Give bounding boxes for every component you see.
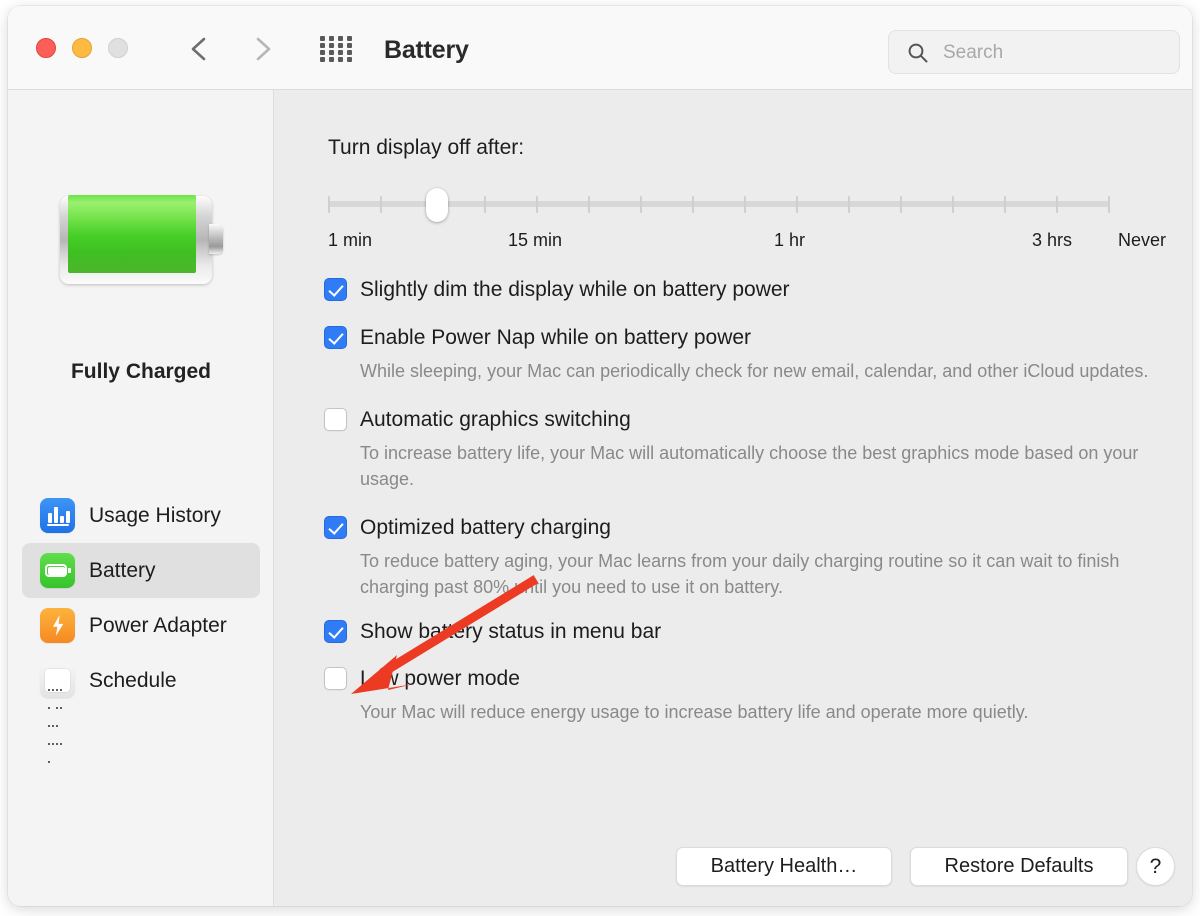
sidebar-item-power-adapter[interactable]: Power Adapter: [22, 598, 260, 653]
grid-dot: [329, 50, 334, 55]
option-label: Enable Power Nap while on battery power: [360, 326, 752, 349]
display-sleep-slider[interactable]: [328, 188, 1110, 222]
battery-health-button[interactable]: Battery Health…: [676, 847, 892, 886]
slider-tick: [484, 196, 486, 213]
zoom-window-button[interactable]: [108, 38, 128, 58]
grid-dot: [347, 57, 352, 62]
grid-dot: [320, 57, 325, 62]
options-list: Slightly dim the display while on batter…: [324, 276, 1174, 725]
grid-dot: [329, 43, 334, 48]
close-window-button[interactable]: [36, 38, 56, 58]
option-description: To increase battery life, your Mac will …: [360, 443, 1139, 489]
checkbox-slightly-dim-display[interactable]: [324, 278, 347, 301]
slider-tick: [536, 196, 538, 213]
option-description: While sleeping, your Mac can periodicall…: [360, 361, 1149, 381]
usage-history-icon: [40, 498, 75, 533]
slider-tick: [796, 196, 798, 213]
battery-icon: [40, 553, 75, 588]
search-field[interactable]: [888, 30, 1180, 75]
option-label: Slightly dim the display while on batter…: [360, 278, 790, 301]
show-all-grid-icon[interactable]: [320, 36, 362, 62]
grid-dot: [329, 57, 334, 62]
slider-tick: [744, 196, 746, 213]
window-titlebar: Battery: [8, 6, 1192, 90]
minimize-window-button[interactable]: [72, 38, 92, 58]
option-slightly-dim-display[interactable]: Slightly dim the display while on batter…: [324, 276, 1174, 304]
grid-dot: [320, 43, 325, 48]
sidebar-item-battery[interactable]: Battery: [22, 543, 260, 598]
help-button[interactable]: ?: [1136, 847, 1175, 886]
slider-tick: [1108, 196, 1110, 213]
checkbox-low-power-mode[interactable]: [324, 667, 347, 690]
sidebar-item-label: Schedule: [89, 668, 177, 692]
battery-status-text: Fully Charged: [70, 360, 212, 383]
checkbox-optimized-battery-charging[interactable]: [324, 516, 347, 539]
slider-tick: [848, 196, 850, 213]
search-input[interactable]: [941, 31, 1175, 75]
grid-dot: [320, 36, 325, 41]
sidebar-item-label: Power Adapter: [89, 613, 227, 637]
slider-tick: [1056, 196, 1058, 213]
power-adapter-icon: [40, 608, 75, 643]
grid-dot: [320, 50, 325, 55]
grid-dot: [338, 57, 343, 62]
grid-dot: [338, 43, 343, 48]
slider-scale-label: 1 hr: [774, 230, 806, 250]
checkbox-automatic-graphics-switching[interactable]: [324, 408, 347, 431]
slider-tick: [640, 196, 642, 213]
option-description: To reduce battery aging, your Mac learns…: [360, 551, 1120, 597]
slider-scale-label: 3 hrs: [1032, 230, 1073, 250]
checkbox-enable-power-nap[interactable]: [324, 326, 347, 349]
slider-tick: [1004, 196, 1006, 213]
option-automatic-graphics-switching[interactable]: Automatic graphics switching: [324, 406, 1174, 434]
slider-scale-labels: 1 min 15 min 1 hr 3 hrs Never: [328, 230, 1166, 254]
option-description: Your Mac will reduce energy usage to inc…: [360, 702, 1029, 722]
full-battery-illustration: [56, 190, 226, 290]
sidebar-item-label: Usage History: [89, 503, 221, 527]
option-show-battery-status-menu-bar[interactable]: Show battery status in menu bar: [324, 618, 1174, 646]
grid-dot: [347, 43, 352, 48]
page-title: Battery: [384, 36, 469, 64]
option-enable-power-nap[interactable]: Enable Power Nap while on battery power: [324, 324, 1174, 352]
sidebar-item-label: Battery: [89, 558, 156, 582]
slider-scale-label: 1 min: [328, 230, 373, 250]
grid-dot: [347, 36, 352, 41]
schedule-icon: [40, 663, 75, 764]
sidebar: Fully Charged Usage History Battery Powe…: [8, 90, 274, 906]
forward-icon[interactable]: [248, 34, 276, 64]
option-low-power-mode[interactable]: Low power mode: [324, 665, 1174, 693]
option-optimized-battery-charging[interactable]: Optimized battery charging: [324, 514, 1174, 542]
slider-tick: [692, 196, 694, 213]
back-icon[interactable]: [186, 34, 214, 64]
slider-scale-label: Never: [1118, 230, 1167, 250]
system-preferences-window: Battery Fully Charged: [8, 6, 1192, 906]
grid-dot: [338, 50, 343, 55]
slider-tick: [328, 196, 330, 213]
main-content: Turn display off after: 1 min 15 min 1 hr 3…: [274, 90, 1192, 906]
sidebar-list: Usage History Battery Power Adapter Sche…: [22, 488, 260, 764]
slider-tick: [588, 196, 590, 213]
option-label: Low power mode: [360, 667, 520, 690]
sidebar-item-schedule[interactable]: Schedule: [22, 653, 260, 764]
option-label: Automatic graphics switching: [360, 408, 631, 431]
restore-defaults-button[interactable]: Restore Defaults: [910, 847, 1128, 886]
option-label: Optimized battery charging: [360, 516, 611, 539]
checkbox-show-battery-status-menu-bar[interactable]: [324, 620, 347, 643]
grid-dot: [338, 36, 343, 41]
slider-scale-label: 15 min: [508, 230, 563, 250]
option-label: Show battery status in menu bar: [360, 620, 662, 643]
slider-tick: [380, 196, 382, 213]
slider-tick: [952, 196, 954, 213]
slider-tick: [900, 196, 902, 213]
sidebar-item-usage-history[interactable]: Usage History: [22, 488, 260, 543]
slider-thumb[interactable]: [426, 188, 448, 222]
grid-dot: [329, 36, 334, 41]
display-sleep-label: Turn display off after:: [328, 136, 525, 159]
search-icon: [907, 42, 929, 69]
grid-dot: [347, 50, 352, 55]
